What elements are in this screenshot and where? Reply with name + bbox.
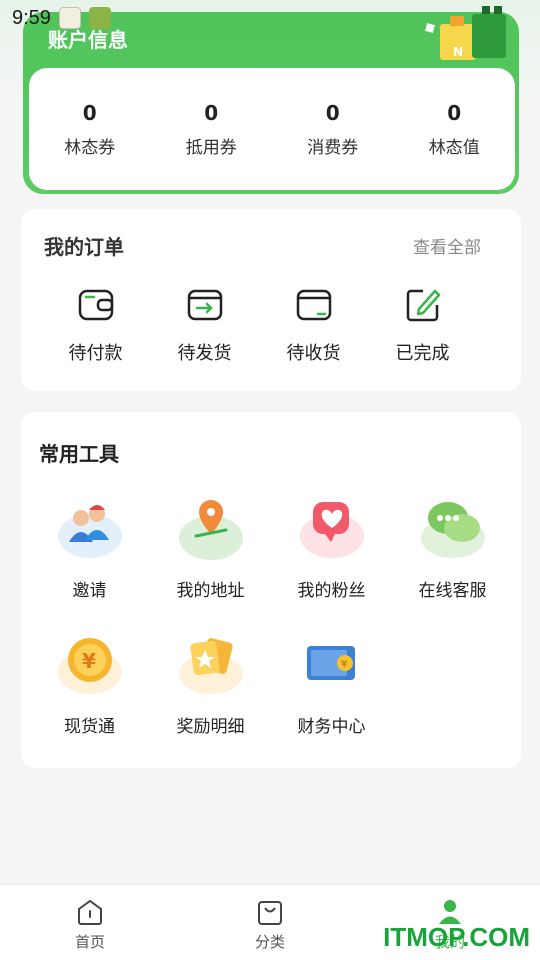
wallet-card-icon: ¥ (306, 646, 355, 680)
tool-spot-goods[interactable]: ¥ 现货通 (29, 628, 150, 764)
app-notification-icon (88, 7, 111, 29)
stat-label: 消费券 (307, 137, 359, 158)
location-pin-icon (178, 500, 243, 560)
tool-label: 我的地址 (176, 581, 245, 601)
reward-cards-icon (178, 638, 243, 694)
tool-my-fans[interactable]: 我的粉丝 (271, 492, 392, 628)
tool-finance-center[interactable]: ¥ 财务中心 (271, 628, 392, 764)
svg-text:N: N (453, 45, 463, 59)
tool-invite[interactable]: 邀请 (29, 492, 150, 628)
stat-label: 林态券 (64, 137, 116, 158)
stat-consumption-coupon[interactable]: 0 消费券 (272, 68, 394, 190)
order-label: 待发货 (177, 343, 232, 364)
tool-label: 现货通 (64, 717, 115, 737)
nav-label: 首页 (74, 933, 105, 951)
shipping-box-icon (187, 289, 222, 321)
nav-home[interactable]: 首页 (0, 885, 180, 960)
stat-value: 0 (447, 100, 462, 125)
invite-people-icon (57, 505, 122, 558)
orders-title: 我的订单 (44, 235, 124, 259)
chat-bubbles-icon (420, 502, 485, 558)
stat-value: 0 (325, 100, 340, 125)
stat-lintai-value[interactable]: 0 林态值 (394, 68, 516, 190)
yuan-coin-icon: ¥ (57, 638, 122, 694)
order-pending-payment[interactable]: 待付款 (41, 285, 150, 365)
tool-my-address[interactable]: 我的地址 (150, 492, 271, 628)
tool-label: 我的粉丝 (297, 581, 366, 601)
tool-online-service[interactable]: 在线客服 (392, 492, 513, 628)
wallet-icon (78, 289, 113, 321)
stat-label: 抵用券 (185, 137, 237, 158)
order-label: 已完成 (395, 343, 450, 364)
tool-label: 在线客服 (418, 581, 487, 601)
stat-label: 林态值 (428, 137, 480, 158)
heart-chat-icon (299, 502, 364, 558)
status-bar: 9:59 (0, 0, 540, 36)
order-label: 待收货 (286, 343, 341, 364)
common-tools-card: 常用工具 邀请 我的地址 我的粉丝 在线客服 ¥ 现货通 奖励明细 ¥ 财务中心 (21, 412, 521, 768)
tool-label: 财务中心 (297, 717, 366, 737)
nav-label: 分类 (254, 933, 285, 951)
tool-label: 奖励明细 (176, 717, 245, 737)
app-notification-icon (58, 7, 81, 29)
stat-lintai-coupon[interactable]: 0 林态券 (29, 68, 151, 190)
watermark-text: ITMOP.COM (383, 922, 530, 952)
svg-text:¥: ¥ (341, 659, 347, 670)
my-orders-card: 我的订单 查看全部 待付款 待发货 待收货 已完成 (21, 209, 521, 391)
svg-text:¥: ¥ (82, 649, 96, 673)
nav-category[interactable]: 分类 (180, 885, 360, 960)
edit-done-icon (406, 289, 440, 322)
tools-title: 常用工具 (39, 442, 119, 466)
tool-label: 邀请 (72, 581, 107, 601)
bag-icon (258, 901, 282, 925)
home-icon (78, 899, 102, 925)
stat-value: 0 (204, 100, 219, 125)
tool-reward-details[interactable]: 奖励明细 (150, 628, 271, 764)
receive-box-icon (296, 289, 331, 321)
stat-value: 0 (82, 100, 97, 125)
stat-deduction-coupon[interactable]: 0 抵用券 (151, 68, 273, 190)
order-pending-receipt[interactable]: 待收货 (259, 285, 368, 365)
order-completed[interactable]: 已完成 (368, 285, 477, 365)
account-stats: 0 林态券 0 抵用券 0 消费券 0 林态值 (29, 68, 515, 190)
status-time: 9:59 (12, 6, 51, 29)
view-all-orders-link[interactable]: 查看全部 (413, 233, 481, 258)
order-pending-shipment[interactable]: 待发货 (150, 285, 259, 365)
order-label: 待付款 (68, 343, 123, 364)
